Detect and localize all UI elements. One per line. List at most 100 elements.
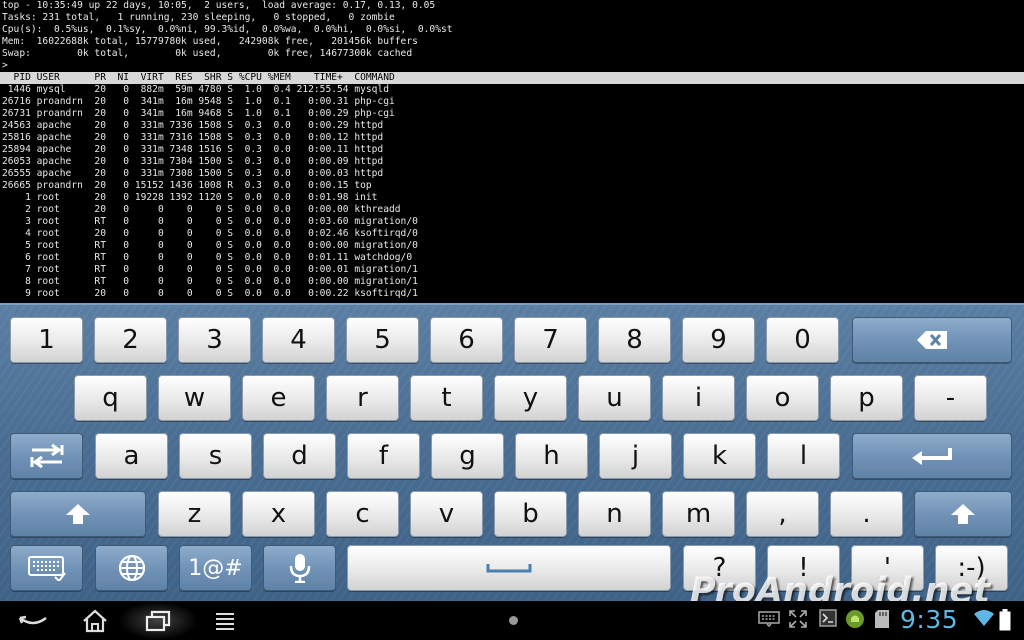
back-button[interactable] <box>10 605 56 637</box>
number-key-3[interactable]: 4 <box>262 317 335 363</box>
number-key-2[interactable]: 3 <box>178 317 251 363</box>
letter-key-bottom-6[interactable]: m <box>662 491 735 537</box>
microphone-icon <box>289 554 310 583</box>
letter-key-bottom-3[interactable]: v <box>410 491 483 537</box>
fullscreen-tray[interactable] <box>788 609 808 629</box>
process-row: 1 root 20 0 19228 1392 1120 S 0.0 0.0 0:… <box>2 192 378 203</box>
letter-key-bottom-4[interactable]: b <box>494 491 567 537</box>
letter-key-top-0[interactable]: q <box>74 375 147 421</box>
letter-key-top-4[interactable]: t <box>410 375 483 421</box>
tab-key[interactable] <box>10 433 83 479</box>
home-button[interactable] <box>72 605 118 637</box>
number-key-6[interactable]: 7 <box>514 317 587 363</box>
letter-key-home-7[interactable]: k <box>683 433 756 479</box>
terminal-output[interactable]: top - 10:35:49 up 22 days, 10:05, 2 user… <box>0 0 1024 303</box>
android-icon <box>846 610 864 628</box>
letter-key-top-1[interactable]: w <box>158 375 231 421</box>
letter-key-top-6[interactable]: u <box>578 375 651 421</box>
summary-line: Tasks: 231 total, 1 running, 230 sleepin… <box>2 12 395 23</box>
summary-line: Swap: 0k total, 0k used, 0k free, 146773… <box>2 48 413 59</box>
keyboard-settings-key[interactable] <box>10 545 83 591</box>
android-tray[interactable] <box>845 609 865 629</box>
letter-key-home-4[interactable]: g <box>431 433 504 479</box>
process-row: 1446 mysql 20 0 882m 59m 4780 S 1.0 0.4 … <box>2 84 389 95</box>
tab-icon <box>30 443 63 469</box>
number-key-8[interactable]: 9 <box>682 317 755 363</box>
letter-key-home-2[interactable]: d <box>263 433 336 479</box>
space-key[interactable] <box>347 545 671 591</box>
process-row: 26555 apache 20 0 331m 7308 1500 S 0.3 0… <box>2 168 384 179</box>
home-icon <box>83 609 107 633</box>
symbols-key[interactable]: 1@# <box>179 545 252 591</box>
process-row: 26665 proandrn 20 0 15152 1436 1008 R 0.… <box>2 180 372 191</box>
process-row: 8 root RT 0 0 0 0 S 0.0 0.0 0:00.00 migr… <box>2 276 418 287</box>
letter-key-top-2[interactable]: e <box>242 375 315 421</box>
punctuation-key-3[interactable]: :-) <box>935 545 1008 591</box>
letter-key-bottom-7[interactable]: , <box>746 491 819 537</box>
recent-apps-icon <box>145 610 171 632</box>
process-row: 9 root 20 0 0 0 0 S 0.0 0.0 0:00.22 ksof… <box>2 288 418 299</box>
number-key-0[interactable]: 1 <box>10 317 83 363</box>
summary-line: top - 10:35:49 up 22 days, 10:05, 2 user… <box>2 0 436 11</box>
top-summary: top - 10:35:49 up 22 days, 10:05, 2 user… <box>0 0 1024 60</box>
letter-key-top-7[interactable]: i <box>662 375 735 421</box>
letter-key-bottom-2[interactable]: c <box>326 491 399 537</box>
letter-key-bottom-5[interactable]: n <box>578 491 651 537</box>
menu-icon <box>216 613 234 630</box>
number-key-5[interactable]: 6 <box>430 317 503 363</box>
punctuation-key-2[interactable]: ' <box>851 545 924 591</box>
enter-key[interactable] <box>852 433 1012 479</box>
battery-tray[interactable] <box>999 609 1011 631</box>
keyboard-settings-icon <box>27 556 66 581</box>
number-key-4[interactable]: 5 <box>346 317 419 363</box>
process-row: 3 root RT 0 0 0 0 S 0.0 0.0 0:03.60 migr… <box>2 216 418 227</box>
process-table-header: PID USER PR NI VIRT RES SHR S %CPU %MEM … <box>0 72 1024 84</box>
keyboard-icon <box>758 611 780 627</box>
menu-button[interactable] <box>202 605 248 637</box>
terminal-tray[interactable] <box>819 609 837 627</box>
status-clock[interactable]: 9:35 <box>900 605 958 634</box>
wifi-tray[interactable] <box>973 609 995 627</box>
letter-key-top-9[interactable]: p <box>830 375 903 421</box>
keyboard-tray-icon-wrap[interactable] <box>758 611 780 627</box>
letter-key-top-5[interactable]: y <box>494 375 567 421</box>
enter-icon <box>912 448 952 465</box>
number-key-9[interactable]: 0 <box>766 317 839 363</box>
summary-line: Mem: 16022688k total, 15779780k used, 24… <box>2 36 418 47</box>
punctuation-key-1[interactable]: ! <box>767 545 840 591</box>
soft-keyboard: 1234567890 qwertyuiop- asdfghjkl zxcvbnm… <box>0 303 1024 601</box>
letter-key-top-3[interactable]: r <box>326 375 399 421</box>
process-row: 26716 proandrn 20 0 341m 16m 9548 S 1.0 … <box>2 96 395 107</box>
wifi-icon <box>974 610 994 626</box>
recent-apps-button[interactable] <box>135 605 181 637</box>
letter-key-top-10[interactable]: - <box>914 375 987 421</box>
language-key[interactable] <box>95 545 168 591</box>
punctuation-key-0[interactable]: ? <box>683 545 756 591</box>
letter-key-home-1[interactable]: s <box>179 433 252 479</box>
voice-input-key[interactable] <box>263 545 336 591</box>
terminal-prompt: > <box>2 60 8 71</box>
summary-line: Cpu(s): 0.5%us, 0.1%sy, 0.0%ni, 99.3%id,… <box>2 24 453 35</box>
process-row: 25816 apache 20 0 331m 7316 1508 S 0.3 0… <box>2 132 384 143</box>
letter-key-bottom-0[interactable]: z <box>158 491 231 537</box>
number-key-7[interactable]: 8 <box>598 317 671 363</box>
process-row: 6 root RT 0 0 0 0 S 0.0 0.0 0:01.11 watc… <box>2 252 413 263</box>
process-row: 5 root RT 0 0 0 0 S 0.0 0.0 0:00.00 migr… <box>2 240 418 251</box>
letter-key-bottom-1[interactable]: x <box>242 491 315 537</box>
letter-key-bottom-8[interactable]: . <box>830 491 903 537</box>
backspace-key[interactable] <box>852 317 1012 363</box>
process-row: 7 root RT 0 0 0 0 S 0.0 0.0 0:00.01 migr… <box>2 264 418 275</box>
letter-key-top-8[interactable]: o <box>746 375 819 421</box>
letter-key-home-3[interactable]: f <box>347 433 420 479</box>
letter-key-home-6[interactable]: j <box>599 433 672 479</box>
sd-card-tray[interactable] <box>874 609 890 629</box>
letter-key-home-8[interactable]: l <box>767 433 840 479</box>
process-row: 24563 apache 20 0 331m 7336 1508 S 0.3 0… <box>2 120 384 131</box>
letter-key-home-5[interactable]: h <box>515 433 588 479</box>
shift-key-left[interactable] <box>10 491 146 537</box>
backspace-icon <box>917 331 947 349</box>
number-key-1[interactable]: 2 <box>94 317 167 363</box>
letter-key-home-0[interactable]: a <box>95 433 168 479</box>
space-icon <box>486 564 532 573</box>
shift-key-right[interactable] <box>914 491 1012 537</box>
